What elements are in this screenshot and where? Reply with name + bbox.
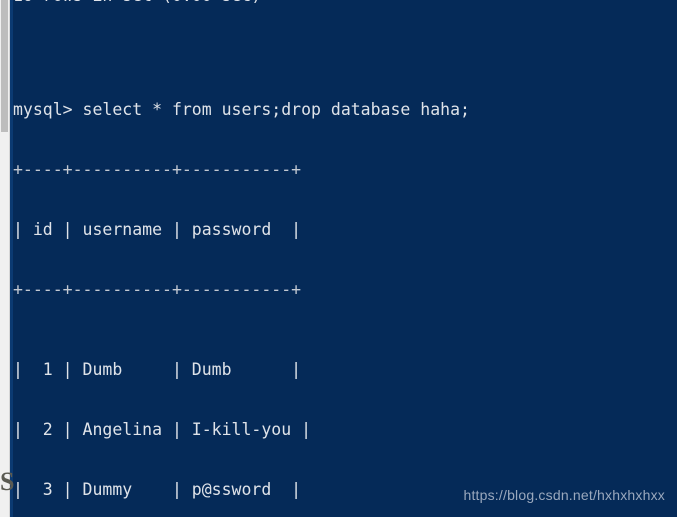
watermark-url: https://blog.csdn.net/hxhxhxhxx <box>463 487 665 503</box>
vertical-scrollbar[interactable] <box>0 0 10 517</box>
command-prompt-line: mysql> select * from users;drop database… <box>13 100 470 119</box>
table-separator-top: +----+----------+-----------+ <box>13 160 302 179</box>
scrollbar-bottom-strip <box>0 499 9 517</box>
table-header-row: | id | username | password | <box>13 220 302 239</box>
watermark-logo-letter: S <box>0 467 15 496</box>
terminal-output[interactable]: mysql> select * from users;drop database… <box>13 0 677 517</box>
table-separator-header: +----+----------+-----------+ <box>13 280 302 299</box>
table-row: | 2 | Angelina | I-kill-you | <box>13 420 312 439</box>
table-row: | 1 | Dumb | Dumb | <box>13 360 302 379</box>
mysql-terminal-window: 16 rows in set (0.00 sec) mysql> select … <box>0 0 677 517</box>
scrollbar-thumb[interactable] <box>1 0 8 132</box>
